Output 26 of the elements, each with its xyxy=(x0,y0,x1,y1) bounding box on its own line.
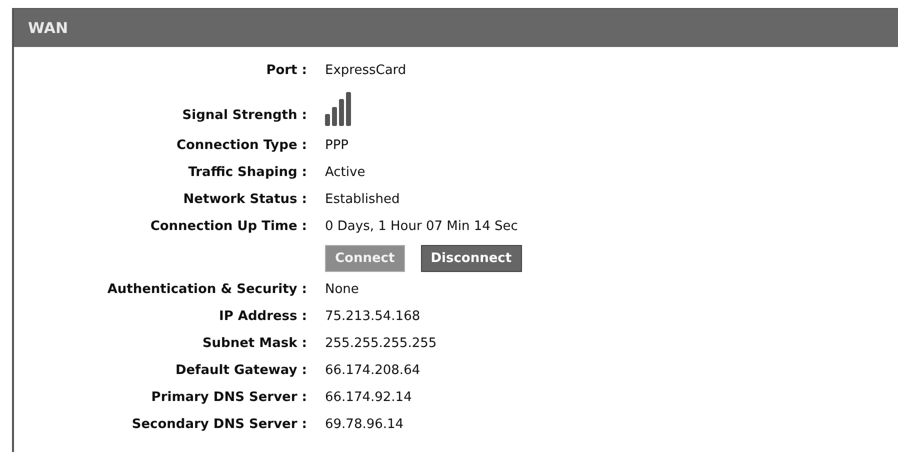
field-value: PPP xyxy=(325,137,350,155)
field-value: ExpressCard xyxy=(325,62,408,80)
panel-title: WAN xyxy=(28,19,68,37)
field-value: Established xyxy=(325,191,401,209)
field-label: Secondary DNS Server : xyxy=(132,416,307,434)
field-label: Connection Up Time : xyxy=(150,218,307,236)
field-value: 66.174.208.64 xyxy=(325,362,422,380)
field-label: Port : xyxy=(266,62,307,80)
field-label: Subnet Mask : xyxy=(202,335,307,353)
field-label: Network Status : xyxy=(183,191,307,209)
field-label: Signal Strength : xyxy=(182,107,307,125)
field-value: 75.213.54.168 xyxy=(325,308,422,326)
field-label: IP Address : xyxy=(219,308,307,326)
signal-bars-icon xyxy=(325,92,351,126)
field-label: Default Gateway : xyxy=(175,362,307,380)
field-value: 69.78.96.14 xyxy=(325,416,405,434)
field-label: Primary DNS Server : xyxy=(151,389,307,407)
field-value: None xyxy=(325,281,360,299)
field-value: 255.255.255.255 xyxy=(325,335,438,353)
field-label: Connection Type : xyxy=(176,137,307,155)
field-label: Traffic Shaping : xyxy=(188,164,307,182)
field-value: 66.174.92.14 xyxy=(325,389,413,407)
field-label: Authentication & Security : xyxy=(107,281,307,299)
field-value: 0 Days, 1 Hour 07 Min 14 Sec xyxy=(325,218,519,236)
field-value: Active xyxy=(325,164,366,182)
disconnect-button[interactable]: Disconnect xyxy=(420,244,522,272)
